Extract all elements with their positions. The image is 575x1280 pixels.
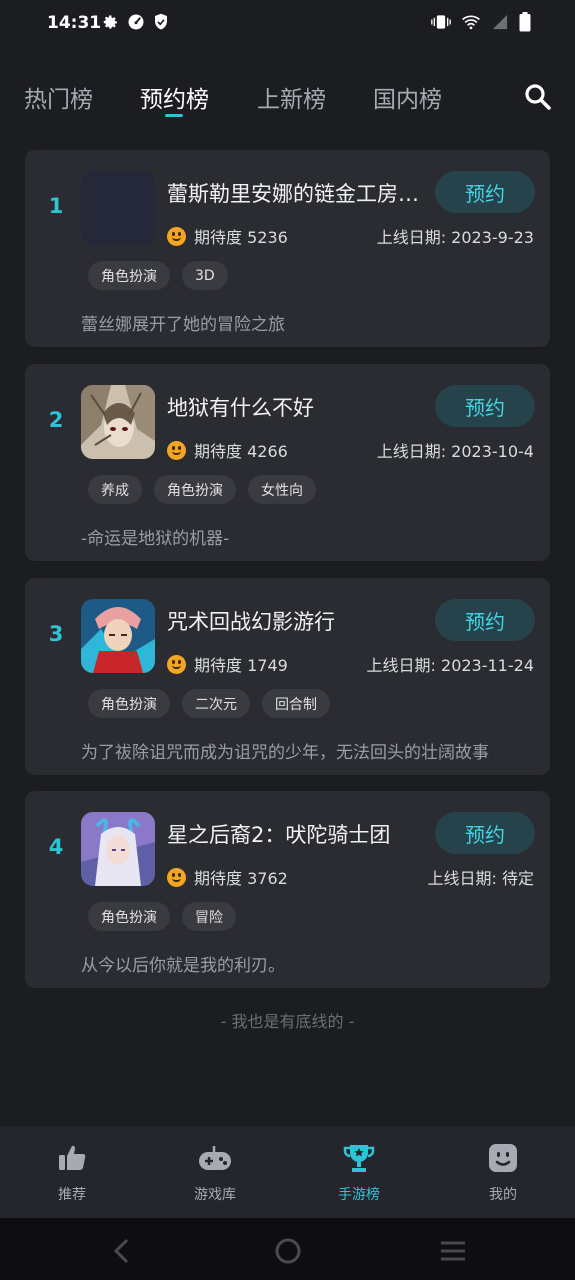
tag[interactable]: 女性向 [248,475,316,504]
smiley-face-icon [485,1140,521,1176]
speed-gauge-icon [127,13,145,31]
vibrate-icon [431,14,451,30]
smiley-icon [167,867,186,887]
nav-item-mobile-games-chart[interactable]: 手游榜 [299,1126,419,1218]
tag[interactable]: 回合制 [262,689,330,718]
game-title[interactable]: 地狱有什么不好 [167,392,427,422]
ranking-tabs: 热门榜 预约榜 上新榜 国内榜 [0,70,575,126]
nav-label: 我的 [489,1187,517,1203]
reserve-button[interactable]: 预约 [435,599,535,641]
status-icons-left [102,13,169,31]
tab-reservation[interactable]: 预约榜 [140,80,209,114]
menu-lines-icon [441,1241,465,1261]
smiley-icon [167,440,186,460]
trophy-icon [341,1140,377,1176]
game-artwork-image [81,385,155,459]
tag[interactable]: 角色扮演 [88,261,170,290]
active-tab-indicator [165,114,183,117]
nav-item-profile[interactable]: 我的 [443,1126,563,1218]
bottom-navigation: 推荐 游戏库 手游榜 我的 [0,1126,575,1218]
shield-icon [153,13,169,31]
expectation-count: 期待度 5236 [194,228,288,247]
expectation-row: 期待度 1749 [167,652,288,676]
tag[interactable]: 角色扮演 [88,902,170,931]
smiley-icon [167,654,186,674]
nav-label: 游戏库 [194,1187,236,1203]
back-chevron-icon [113,1238,129,1264]
rank-number: 3 [48,622,64,646]
thumbs-up-icon [54,1140,90,1176]
game-artwork-image [81,812,155,886]
game-card[interactable]: 4 星之后裔2：吠陀骑士团 预约 期待度 3762 上线日期: 待定 角色扮演 … [25,791,550,988]
game-title[interactable]: 咒术回战幻影游行 [167,606,427,636]
expectation-count: 期待度 4266 [194,442,288,461]
expectation-row: 期待度 5236 [167,224,288,248]
reserve-button[interactable]: 预约 [435,812,535,854]
nav-label: 手游榜 [338,1187,380,1203]
nav-item-recommend[interactable]: 推荐 [12,1126,132,1218]
game-description: 从今以后你就是我的利刃。 [81,956,285,976]
smiley-icon [167,226,186,246]
game-thumbnail[interactable] [81,385,155,459]
release-date: 上线日期: 2023-9-23 [376,228,534,247]
tag[interactable]: 二次元 [182,689,250,718]
signal-icon [491,14,509,30]
expectation-row: 期待度 4266 [167,438,288,462]
home-button[interactable] [273,1236,303,1266]
tag-list: 养成 角色扮演 女性向 [88,475,316,504]
release-date: 上线日期: 2023-10-4 [376,442,534,461]
status-icons-right [431,12,531,32]
search-button[interactable] [523,82,555,114]
search-icon [525,84,551,110]
tab-domestic[interactable]: 国内榜 [373,80,442,114]
system-navigation-bar [0,1218,575,1280]
gamepad-icon [197,1140,233,1176]
tag[interactable]: 角色扮演 [154,475,236,504]
recent-apps-button[interactable] [438,1236,468,1266]
game-card[interactable]: 1 蕾斯勒里安娜的链金工房~被遗忘的炼金术与极夜的解放者~ 预约 期待度 523… [25,150,550,347]
expectation-count: 期待度 3762 [194,869,288,888]
expectation-row: 期待度 3762 [167,865,288,889]
tab-hot[interactable]: 热门榜 [24,80,93,114]
game-title[interactable]: 星之后裔2：吠陀骑士团 [167,819,427,849]
game-thumbnail[interactable] [81,599,155,673]
game-description: 蕾丝娜展开了她的冒险之旅 [81,315,285,335]
rank-number: 1 [48,194,64,218]
battery-icon [519,12,531,32]
release-date: 上线日期: 2023-11-24 [366,656,534,675]
tag[interactable]: 冒险 [182,902,236,931]
game-description: 为了祓除诅咒而成为诅咒的少年，无法回头的壮阔故事 [81,743,489,763]
home-circle-icon [275,1238,301,1264]
tag[interactable]: 养成 [88,475,142,504]
reserve-button[interactable]: 预约 [435,171,535,213]
tag-list: 角色扮演 3D [88,261,228,290]
rank-number: 4 [48,835,64,859]
tag[interactable]: 角色扮演 [88,689,170,718]
game-title[interactable]: 蕾斯勒里安娜的链金工房~被遗忘的炼金术与极夜的解放者~ [167,178,427,208]
tag-list: 角色扮演 二次元 回合制 [88,689,330,718]
game-thumbnail[interactable] [81,812,155,886]
tab-new[interactable]: 上新榜 [257,80,326,114]
end-of-list-note: - 我也是有底线的 - [220,1012,355,1031]
tag[interactable]: 3D [182,261,228,290]
settings-gear-icon [102,14,119,31]
game-thumbnail[interactable] [81,171,155,245]
tag-list: 角色扮演 冒险 [88,902,236,931]
reserve-button[interactable]: 预约 [435,385,535,427]
wifi-icon [461,14,481,30]
rank-number: 2 [48,408,64,432]
game-artwork-image [81,599,155,673]
nav-item-game-library[interactable]: 游戏库 [155,1126,275,1218]
status-bar: 14:31 [0,0,575,48]
nav-label: 推荐 [58,1187,86,1203]
status-time: 14:31 [47,13,102,33]
back-button[interactable] [107,1236,137,1266]
game-description: -命运是地狱的机器- [81,529,230,549]
release-date: 上线日期: 待定 [427,869,534,888]
expectation-count: 期待度 1749 [194,656,288,675]
game-card[interactable]: 3 咒术回战幻影游行 预约 期待度 1749 上线日期: 2023-11-24 … [25,578,550,775]
game-card[interactable]: 2 地狱有什么不好 预约 期待度 4266 上线日期: 2023-10-4 养成… [25,364,550,561]
